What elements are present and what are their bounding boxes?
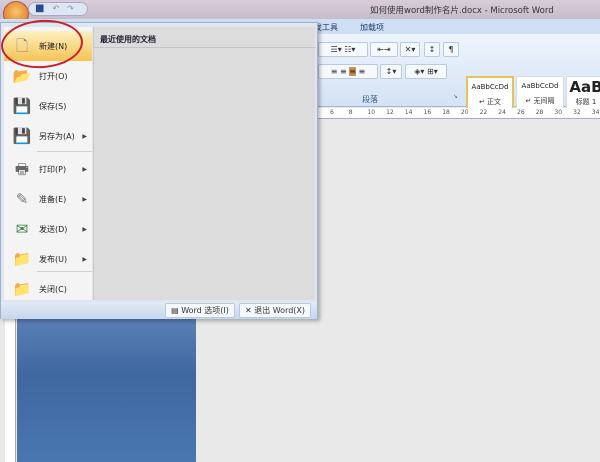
recent-documents-panel: 最近使用的文档: [93, 27, 316, 300]
ruler-tick-label: 6: [330, 109, 334, 116]
sort-button[interactable]: ↕: [424, 42, 440, 57]
submenu-arrow-icon: ▶: [82, 225, 87, 233]
exit-word-button[interactable]: ✕ 退出 Word(X): [239, 303, 311, 318]
menu-item-label: 打开(O): [39, 71, 68, 81]
menu-item-save-as[interactable]: 💾 另存为(A) ▶: [4, 121, 92, 151]
ruler-tick-label: 12: [386, 109, 394, 116]
menu-item-label: 打印(P): [39, 164, 67, 174]
open-folder-icon: 📂: [12, 67, 32, 85]
align-buttons[interactable]: ≡ ≡ ≡ ≡: [318, 64, 378, 79]
menu-item-print[interactable]: 🖶 打印(P) ▶: [4, 154, 92, 184]
ruler-tick-label: 8: [348, 109, 353, 116]
window-title: 如何使用word制作名片.docx - Microsoft Word: [370, 6, 554, 16]
ruler-tick-label: 34: [591, 109, 600, 116]
indent-buttons[interactable]: ⇤⇥: [370, 42, 398, 57]
submenu-arrow-icon: ▶: [82, 132, 87, 140]
print-icon: 🖶: [14, 160, 30, 178]
close-icon: ✕: [244, 306, 255, 315]
options-icon: ▤: [171, 306, 182, 315]
submenu-arrow-icon: ▶: [82, 255, 87, 263]
blue-shape[interactable]: [17, 318, 196, 462]
ruler-tick-label: 18: [442, 109, 450, 116]
menu-separator: [37, 271, 92, 272]
menu-separator: [37, 151, 92, 152]
style-heading1[interactable]: AaB 标题 1: [566, 76, 600, 112]
style-normal[interactable]: AaBbCcDd ↵ 正文: [466, 76, 514, 112]
show-marks-button[interactable]: ¶: [443, 42, 459, 57]
menu-item-label: 发布(U): [39, 254, 68, 264]
menu-item-label: 发送(D): [39, 224, 68, 234]
ruler-tick-label: 22: [479, 109, 488, 116]
list-buttons[interactable]: ☰▾ ☷▾: [318, 42, 368, 57]
menu-commands: 🗋 新建(N) 📂 打开(O) 💾 保存(S) 💾 另存为(A) ▶ 🖶 打印(P) ▶ ✎ 准备(E) ▶…: [4, 27, 92, 300]
paragraph-group-label: 段落: [362, 95, 378, 104]
save-icon[interactable]: ■: [35, 3, 44, 14]
ruler-tick-label: 26: [517, 109, 525, 116]
submenu-arrow-icon: ▶: [82, 165, 87, 173]
prepare-icon: ✎: [15, 190, 29, 208]
tab-addins[interactable]: 加载项: [360, 22, 384, 33]
menu-item-save[interactable]: 💾 保存(S): [4, 91, 92, 121]
title-bar: ■ ↶ ↷ 如何使用word制作名片.docx - Microsoft Word: [0, 0, 600, 27]
menu-footer: ▤ Word 选项(I) ✕ 退出 Word(X): [1, 302, 317, 319]
redo-icon[interactable]: ↷: [67, 4, 74, 13]
divider: [94, 47, 316, 48]
recent-documents-title: 最近使用的文档: [100, 35, 156, 44]
shading-border-buttons[interactable]: ◈▾ ⊞▾: [405, 64, 447, 79]
quick-access-toolbar[interactable]: ■ ↶ ↷: [28, 2, 88, 16]
menu-item-label: 另存为(A): [39, 131, 75, 141]
menu-item-close-folder[interactable]: 📁 关闭(C): [4, 274, 92, 304]
chinese-layout-button[interactable]: ✕▾: [400, 42, 420, 57]
ruler-tick-label: 24: [498, 109, 506, 116]
ruler-tick-label: 30: [554, 109, 563, 116]
word-options-button[interactable]: ▤ Word 选项(I): [165, 303, 235, 318]
style-no-spacing[interactable]: AaBbCcDd ↵ 无间隔: [516, 76, 564, 112]
ruler-tick-label: 32: [573, 109, 581, 116]
save-as-icon: 💾: [12, 127, 32, 145]
ruler-tick-label: 20: [460, 109, 469, 116]
menu-item-prepare[interactable]: ✎ 准备(E) ▶: [4, 184, 92, 214]
submenu-arrow-icon: ▶: [82, 195, 87, 203]
menu-item-publish[interactable]: 📁 发布(U) ▶: [4, 244, 92, 274]
save-icon: 💾: [12, 97, 32, 115]
send-icon: ✉: [15, 220, 29, 238]
publish-icon: 📁: [12, 250, 32, 268]
ruler-tick-label: 10: [367, 109, 376, 116]
ruler-tick-label: 28: [535, 109, 544, 116]
menu-item-label: 关闭(C): [39, 284, 67, 294]
ruler-tick-label: 14: [404, 109, 413, 116]
line-spacing-button[interactable]: ↕▾: [380, 64, 402, 79]
close-folder-icon: 📁: [12, 280, 32, 298]
menu-item-label: 保存(S): [39, 101, 67, 111]
menu-item-send[interactable]: ✉ 发送(D) ▶: [4, 214, 92, 244]
menu-item-label: 准备(E): [39, 194, 67, 204]
dialog-launcher-icon[interactable]: ↘: [453, 93, 458, 100]
vertical-ruler[interactable]: [5, 318, 16, 462]
ruler-tick-label: 16: [423, 109, 432, 116]
undo-icon[interactable]: ↶: [52, 4, 59, 13]
